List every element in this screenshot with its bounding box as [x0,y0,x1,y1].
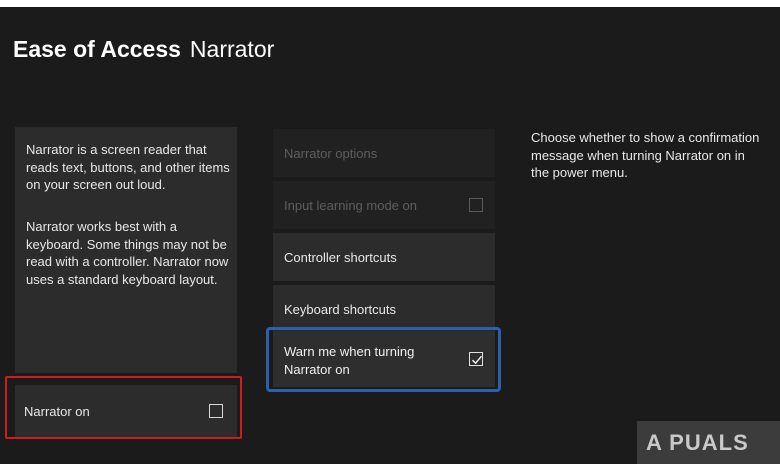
keyboard-shortcuts-label: Keyboard shortcuts [284,302,397,317]
menu-item-controller-shortcuts[interactable]: Controller shortcuts [273,233,495,281]
highlight-annotation-red [5,376,242,439]
input-learning-checkbox [469,198,483,212]
watermark-logo: A PUALS [637,421,780,464]
info-paragraph-1: Narrator is a screen reader that reads t… [26,142,230,192]
section-title: Ease of Access [13,36,181,62]
controller-shortcuts-label: Controller shortcuts [284,250,397,265]
watermark-text: A PUALS [646,430,749,455]
narrator-options-label: Narrator options [284,146,378,161]
input-learning-label: Input learning mode on [284,198,417,213]
option-description: Choose whether to show a confirmation me… [531,130,760,180]
page-subtitle: Narrator [189,36,275,62]
info-panel: Narrator is a screen reader that reads t… [15,127,237,373]
menu-item-narrator-options: Narrator options [273,129,495,177]
menu-item-input-learning: Input learning mode on [273,181,495,229]
page-title: Ease of Access Narrator [13,36,274,63]
info-paragraph-2: Narrator works best with a keyboard. Som… [26,219,229,287]
focus-highlight [266,327,501,392]
menu-item-keyboard-shortcuts[interactable]: Keyboard shortcuts [273,285,495,333]
